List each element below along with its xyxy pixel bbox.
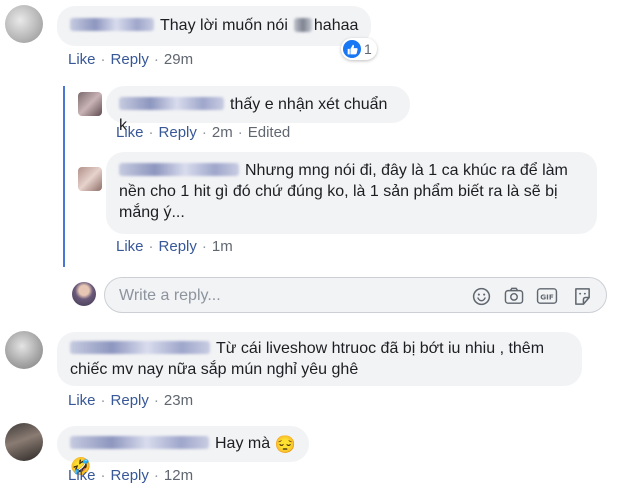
separator: · [153, 392, 159, 409]
timestamp[interactable]: 12m [164, 467, 193, 484]
avatar[interactable] [78, 92, 102, 116]
reply-link[interactable]: Reply [159, 238, 197, 255]
comment-actions: Like · Reply · 12m [68, 467, 193, 485]
separator: · [148, 238, 154, 255]
avatar[interactable] [5, 331, 43, 369]
avatar[interactable] [78, 167, 102, 191]
camera-icon[interactable] [503, 285, 525, 307]
comment-bubble: Hay mà 😔🤣 [57, 426, 309, 476]
reply-input[interactable] [117, 285, 461, 307]
separator: · [153, 467, 159, 484]
sticker-icon[interactable] [571, 285, 593, 307]
like-link[interactable]: Like [68, 467, 96, 484]
reaction-count: 1 [364, 41, 372, 57]
timestamp[interactable]: 29m [164, 51, 193, 68]
gif-icon[interactable]: GIF [536, 285, 558, 307]
commenter-name[interactable] [70, 18, 154, 31]
timestamp[interactable]: 2m [212, 124, 233, 141]
commenter-name[interactable] [70, 341, 210, 354]
comment-text-suffix: hahaa [313, 17, 359, 34]
separator: · [201, 238, 207, 255]
blurred-mention [293, 18, 312, 32]
separator: · [100, 392, 106, 409]
svg-text:GIF: GIF [540, 293, 554, 302]
like-link[interactable]: Like [116, 238, 144, 255]
comment-actions: Like · Reply · 23m [68, 392, 193, 410]
reaction-badge[interactable]: 1 [341, 38, 377, 60]
reply-actions: Like · Reply · 1m [116, 238, 233, 256]
reply-link[interactable]: Reply [111, 51, 149, 68]
like-link[interactable]: Like [68, 392, 96, 409]
like-link[interactable]: Like [116, 124, 144, 141]
timestamp[interactable]: 1m [212, 238, 233, 255]
reply-thread-line [63, 86, 65, 267]
separator: · [237, 124, 243, 141]
separator: · [148, 124, 154, 141]
timestamp[interactable]: 23m [164, 392, 193, 409]
emoji-icon[interactable] [470, 285, 492, 307]
commenter-name[interactable] [70, 436, 209, 449]
comment-text: Thay lời muốn nói [160, 17, 288, 34]
comment-text: Hay mà [215, 435, 271, 452]
edited-label[interactable]: Edited [248, 124, 291, 141]
separator: · [100, 467, 106, 484]
avatar[interactable] [5, 423, 43, 461]
avatar[interactable] [5, 5, 43, 43]
commenter-name[interactable] [119, 97, 224, 110]
reply-actions: Like · Reply · 2m · Edited [116, 124, 290, 142]
commenter-name[interactable] [119, 163, 239, 176]
reply-link[interactable]: Reply [159, 124, 197, 141]
comment-bubble: Từ cái liveshow htruoc đã bị bớt iu nhiu… [57, 332, 582, 386]
like-link[interactable]: Like [68, 51, 96, 68]
current-user-avatar[interactable] [72, 282, 96, 306]
comment-actions: Like · Reply · 29m [68, 51, 193, 69]
reply-composer[interactable]: GIF [104, 277, 607, 313]
separator: · [153, 51, 159, 68]
reply-bubble: thấy e nhận xét chuẩn k [106, 86, 410, 134]
reply-link[interactable]: Reply [111, 467, 149, 484]
like-reaction-icon [343, 40, 361, 58]
reply-link[interactable]: Reply [111, 392, 149, 409]
separator: · [201, 124, 207, 141]
comment-bubble: Thay lời muốn nói hahaa [57, 6, 372, 46]
separator: · [100, 51, 106, 68]
reply-bubble: Nhưng mng nói đi, đây là 1 ca khúc ra để… [106, 152, 597, 234]
